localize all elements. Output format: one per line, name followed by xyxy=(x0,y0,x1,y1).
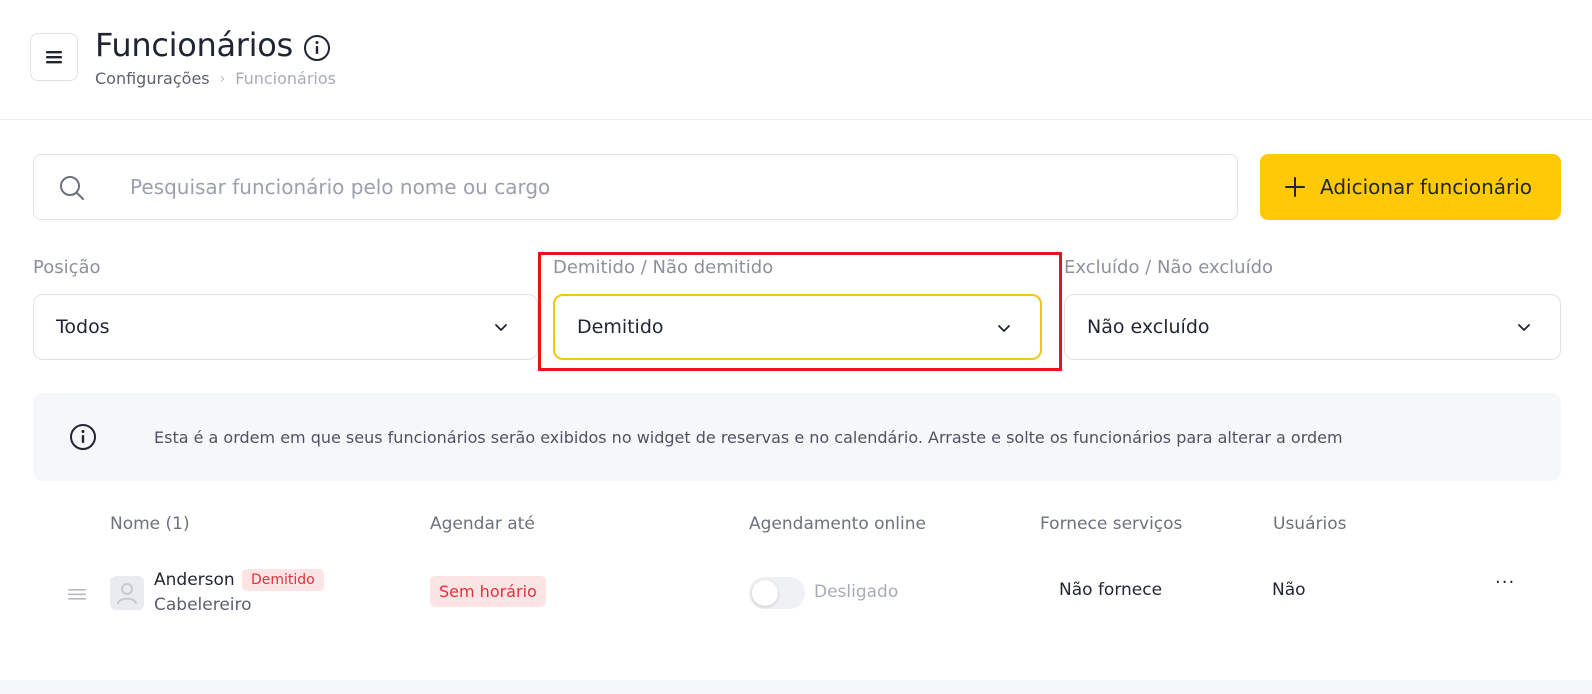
avatar xyxy=(110,576,144,610)
employee-name[interactable]: Anderson xyxy=(154,570,235,590)
info-icon[interactable] xyxy=(303,34,331,62)
position-select[interactable]: Todos xyxy=(33,294,538,360)
info-icon xyxy=(70,424,96,450)
breadcrumb: Configurações › Funcionários xyxy=(95,69,336,88)
toggle-knob xyxy=(752,580,778,606)
breadcrumb-item-current: Funcionários xyxy=(235,69,336,88)
position-select-value: Todos xyxy=(56,316,110,338)
add-employee-button[interactable]: Adicionar funcionário xyxy=(1260,154,1561,220)
status-badge: Demitido xyxy=(242,569,324,591)
info-notice: Esta é a ordem em que seus funcionários … xyxy=(33,393,1561,481)
column-header-provides-services: Fornece serviços xyxy=(1040,514,1183,534)
column-header-name: Nome (1) xyxy=(110,514,190,534)
search-box[interactable] xyxy=(33,154,1238,220)
bottom-bar xyxy=(0,680,1592,694)
user-avatar-icon xyxy=(117,583,137,605)
online-booking-label: Desligado xyxy=(814,582,899,602)
employee-role: Cabelereiro xyxy=(154,595,252,615)
deleted-select[interactable]: Não excluído xyxy=(1064,294,1561,360)
more-options-button[interactable]: ··· xyxy=(1495,572,1515,593)
menu-icon xyxy=(46,51,62,64)
add-employee-label: Adicionar funcionário xyxy=(1320,175,1533,199)
plus-icon xyxy=(1285,177,1305,197)
chevron-right-icon: › xyxy=(219,70,226,87)
breadcrumb-item-settings[interactable]: Configurações xyxy=(95,69,210,88)
deleted-select-value: Não excluído xyxy=(1087,316,1210,338)
schedule-until-badge: Sem horário xyxy=(430,576,546,607)
search-input[interactable] xyxy=(130,155,1220,219)
users-value: Não xyxy=(1272,580,1306,600)
menu-button[interactable] xyxy=(30,33,78,81)
highlight-box xyxy=(538,252,1062,371)
table-row[interactable]: Anderson Demitido Cabelereiro Sem horári… xyxy=(33,560,1561,630)
filter-label-deleted: Excluído / Não excluído xyxy=(1064,257,1274,278)
page-header: Funcionários Configurações › Funcionário… xyxy=(0,0,1592,120)
drag-handle-icon[interactable] xyxy=(67,584,87,604)
chevron-down-icon xyxy=(1518,324,1530,331)
column-header-online-booking: Agendamento online xyxy=(749,514,926,534)
online-booking-toggle[interactable] xyxy=(749,577,805,609)
filter-label-position: Posição xyxy=(33,257,101,278)
provides-services-value: Não fornece xyxy=(1059,580,1163,600)
column-header-users: Usuários xyxy=(1273,514,1347,534)
column-header-schedule-until: Agendar até xyxy=(430,514,535,534)
chevron-down-icon xyxy=(495,324,507,331)
notice-text: Esta é a ordem em que seus funcionários … xyxy=(154,428,1343,447)
page-title: Funcionários xyxy=(95,26,293,64)
search-icon xyxy=(60,176,84,200)
